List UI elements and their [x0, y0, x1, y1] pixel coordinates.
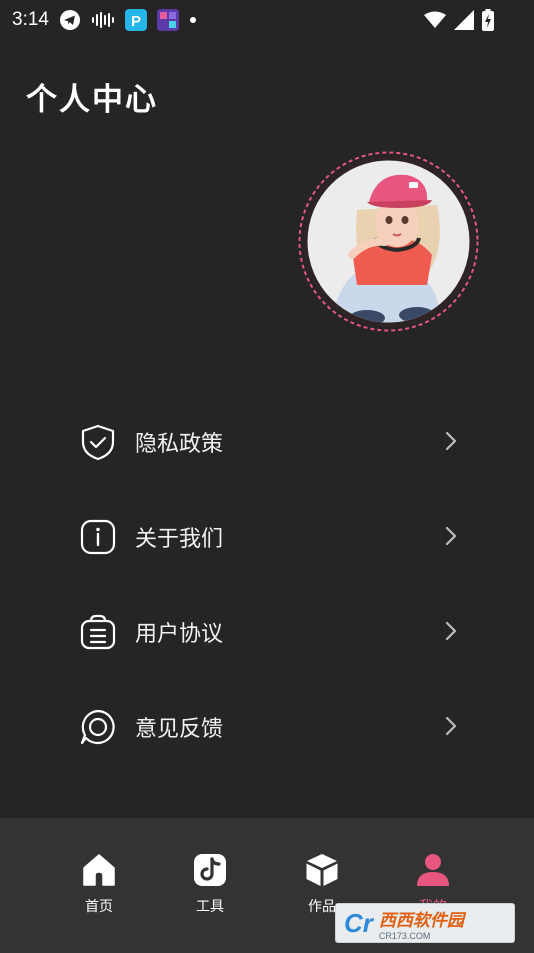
menu-item-privacy[interactable]: 隐私政策	[76, 412, 458, 472]
menu-item-feedback[interactable]: 意见反馈	[76, 697, 458, 757]
app-game-icon	[156, 9, 179, 31]
menu-label-privacy: 隐私政策	[135, 432, 224, 457]
avatar[interactable]	[297, 150, 480, 333]
watermark-logo: Cr 西西软件园 CR173.COM	[335, 903, 515, 943]
nav-label-tools: 工具	[196, 899, 224, 915]
chevron-right-icon	[444, 620, 458, 646]
watermark-main-text: 西西软件园	[378, 910, 464, 931]
menu-label-feedback: 意见反馈	[135, 717, 224, 742]
cube-icon	[304, 852, 340, 892]
chevron-right-icon	[444, 525, 458, 551]
nav-tab-tools[interactable]: 工具	[170, 852, 250, 922]
dot-icon	[189, 16, 197, 24]
chat-bubble-icon	[76, 705, 120, 749]
page-title: 个人中心	[26, 82, 158, 118]
status-time: 3:14	[12, 9, 49, 30]
wifi-icon	[424, 11, 446, 33]
app-p-icon: P	[124, 9, 147, 31]
chevron-right-icon	[444, 430, 458, 456]
nav-label-home: 首页	[85, 899, 113, 915]
telegram-icon	[59, 9, 81, 31]
signal-icon	[454, 10, 474, 34]
menu-label-agreement: 用户协议	[135, 622, 224, 647]
status-bar: 3:14 P	[0, 0, 534, 40]
shield-check-icon	[76, 420, 120, 464]
audio-wave-icon	[91, 11, 115, 29]
menu-item-agreement[interactable]: 用户协议	[76, 602, 458, 662]
battery-charging-icon	[482, 9, 494, 35]
person-icon	[415, 852, 451, 892]
chevron-right-icon	[444, 715, 458, 741]
nav-tab-home[interactable]: 首页	[59, 852, 139, 922]
home-icon	[81, 852, 117, 892]
info-icon	[76, 515, 120, 559]
menu-label-about: 关于我们	[135, 527, 224, 552]
watermark-sub-text: CR173.COM	[378, 930, 431, 941]
menu-item-about[interactable]: 关于我们	[76, 507, 458, 567]
tiktok-tool-icon	[192, 852, 228, 892]
watermark-logo-mark: Cr	[344, 907, 373, 938]
nav-label-works: 作品	[308, 899, 336, 915]
clipboard-icon	[76, 610, 120, 654]
svg-text:P: P	[131, 13, 141, 30]
